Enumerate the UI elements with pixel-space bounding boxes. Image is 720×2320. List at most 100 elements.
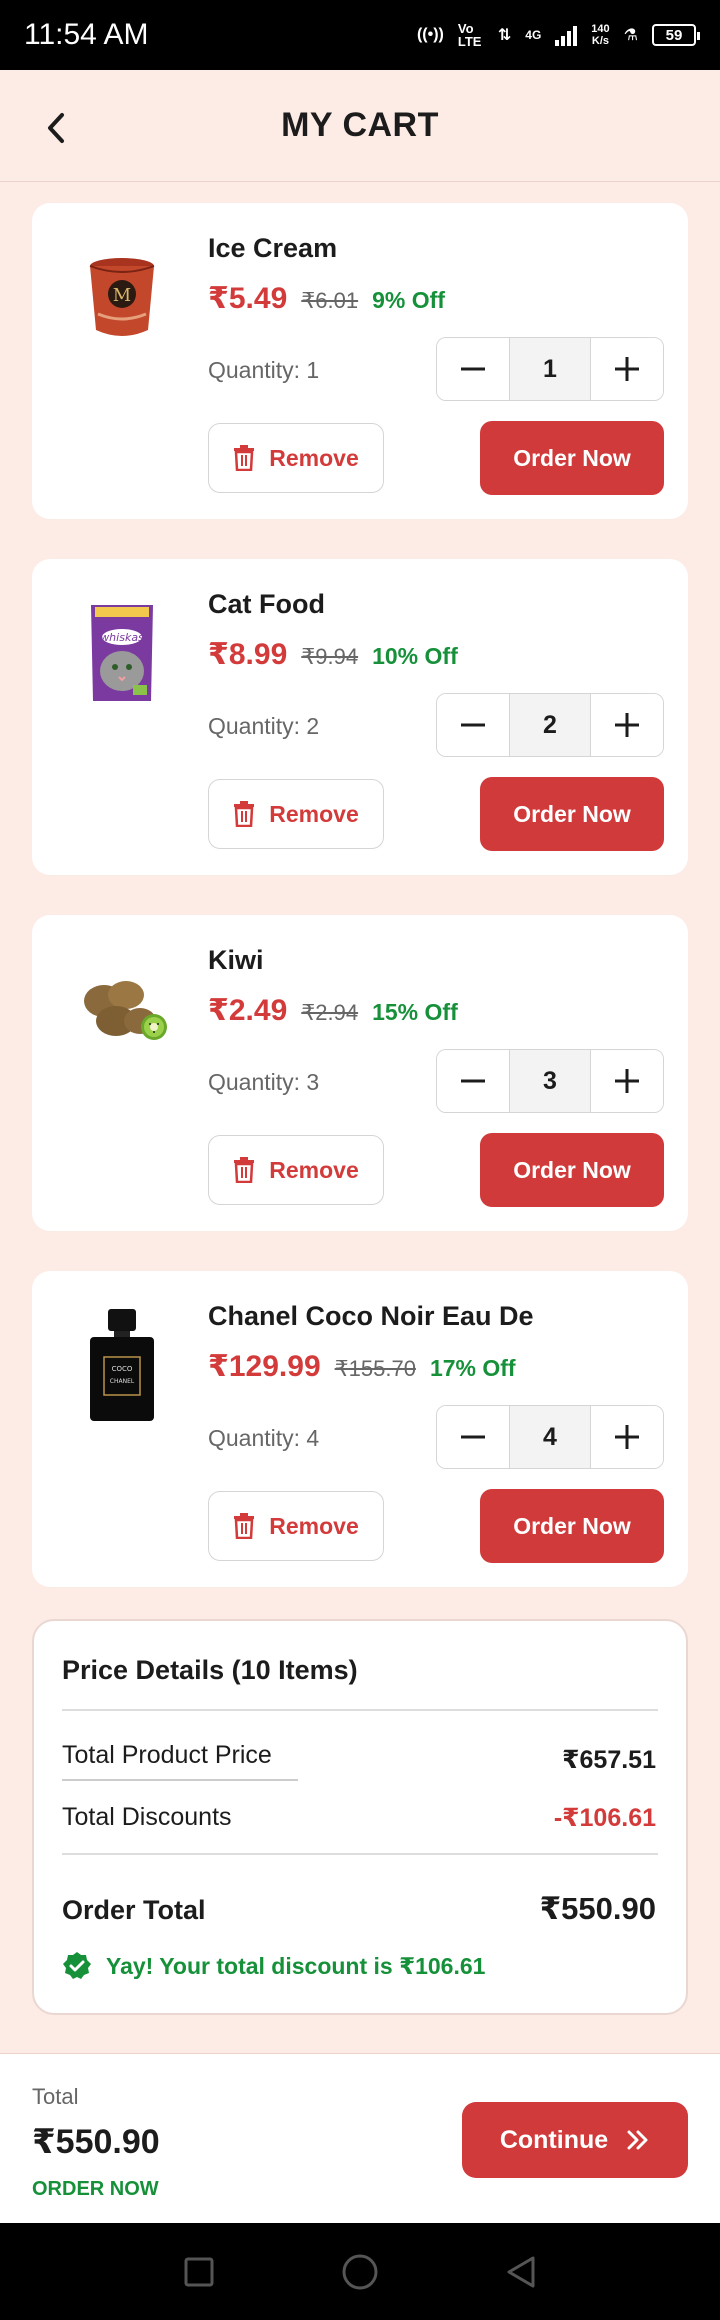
decrease-quantity-button[interactable]	[437, 694, 509, 756]
remove-label: Remove	[269, 800, 359, 827]
network-type: 4G	[525, 28, 542, 42]
remove-label: Remove	[269, 1156, 359, 1183]
total-discounts-label: Total Discounts	[62, 1803, 232, 1831]
remove-label: Remove	[269, 1512, 359, 1539]
remove-button[interactable]: Remove	[208, 1135, 384, 1205]
battery-level: 59	[665, 26, 683, 44]
increase-quantity-button[interactable]	[591, 1050, 663, 1112]
cat-food-pouch-image: whiskas	[68, 589, 176, 717]
svg-text:whiskas: whiskas	[100, 631, 144, 644]
item-mrp: ₹155.70	[334, 1356, 416, 1381]
item-name: Cat Food	[208, 589, 325, 619]
item-mrp: ₹9.94	[301, 644, 359, 669]
minus-icon	[461, 1435, 485, 1439]
back-button[interactable]	[34, 106, 78, 150]
net-speed-value: 140	[591, 23, 610, 35]
quantity-label: Quantity: 2	[208, 713, 320, 739]
quantity-value: 4	[509, 1406, 591, 1468]
net-speed-unit: K/s	[591, 35, 610, 47]
battery-icon: 59	[652, 24, 700, 46]
perfume-bottle-image: COCO CHANEL	[68, 1301, 176, 1429]
verified-check-icon	[63, 1952, 91, 1979]
chevron-left-icon	[48, 113, 64, 143]
plus-icon	[615, 357, 639, 381]
order-now-link[interactable]: ORDER NOW	[32, 2178, 159, 2201]
plus-icon	[615, 1425, 639, 1449]
net-speed: 140 K/s	[591, 23, 609, 47]
increase-quantity-button[interactable]	[591, 338, 663, 400]
order-now-button[interactable]: Order Now	[480, 1489, 664, 1563]
order-total-value: ₹550.90	[539, 1891, 656, 1926]
item-discount: 9% Off	[372, 287, 445, 313]
decrease-quantity-button[interactable]	[437, 338, 509, 400]
quantity-stepper: 4	[436, 1405, 664, 1469]
remove-label: Remove	[269, 444, 359, 471]
quantity-label: Quantity: 4	[208, 1425, 320, 1451]
quantity-stepper: 2	[436, 693, 664, 757]
item-discount: 17% Off	[429, 1355, 516, 1381]
increase-quantity-button[interactable]	[591, 694, 663, 756]
status-icons: ((•)) Vo LTE ⇅ 4G 140 K/s ⚗ 59	[416, 21, 700, 49]
item-mrp: ₹6.01	[301, 288, 359, 313]
minus-icon	[461, 367, 485, 371]
continue-button[interactable]: Continue	[462, 2102, 688, 2178]
remove-button[interactable]: Remove	[208, 423, 384, 493]
item-name: Chanel Coco Noir Eau De	[208, 1301, 534, 1331]
plus-icon	[615, 1069, 639, 1093]
trash-icon	[234, 801, 255, 827]
quantity-stepper: 3	[436, 1049, 664, 1113]
divider	[62, 1709, 658, 1711]
order-now-button[interactable]: Order Now	[480, 421, 664, 495]
hotspot-icon: ((•))	[416, 26, 444, 43]
svg-text:M: M	[113, 285, 131, 306]
quantity-value: 3	[509, 1050, 591, 1112]
quantity-label: Quantity: 1	[208, 357, 320, 383]
total-product-value: ₹657.51	[562, 1746, 656, 1774]
back-nav-icon[interactable]	[505, 2255, 537, 2289]
kiwi-fruit-image	[68, 945, 176, 1073]
increase-quantity-button[interactable]	[591, 1406, 663, 1468]
remove-button[interactable]: Remove	[208, 779, 384, 849]
minus-icon	[461, 723, 485, 727]
divider	[62, 1779, 298, 1781]
signal-icon	[555, 24, 578, 46]
double-chevron-right-icon	[627, 2130, 648, 2150]
checkout-bar: Total ₹550.90 ORDER NOW Continue	[0, 2053, 720, 2223]
divider	[62, 1853, 658, 1855]
page-title: MY CART	[281, 106, 439, 144]
price-row: ₹2.49 ₹2.94 15% Off	[208, 993, 458, 1028]
cart-item-card: COCO CHANEL Chanel Coco Noir Eau De ₹129…	[32, 1271, 688, 1587]
order-now-button[interactable]: Order Now	[480, 1133, 664, 1207]
item-discount: 15% Off	[372, 999, 458, 1025]
item-mrp: ₹2.94	[301, 1000, 359, 1025]
trash-icon	[234, 1157, 255, 1183]
discount-note-text: Yay! Your total discount is ₹106.61	[106, 1952, 486, 1979]
item-name: Kiwi	[208, 945, 264, 975]
svg-text:CHANEL: CHANEL	[110, 1378, 135, 1385]
cart-item-card: Kiwi ₹2.49 ₹2.94 15% Off Quantity: 3 3 R…	[32, 915, 688, 1231]
item-price: ₹129.99	[208, 1350, 321, 1383]
item-discount: 10% Off	[372, 643, 458, 669]
decrease-quantity-button[interactable]	[437, 1050, 509, 1112]
svg-text:COCO: COCO	[112, 1365, 133, 1373]
volte-icon: Vo LTE	[457, 21, 482, 49]
total-amount: ₹550.90	[32, 2123, 160, 2161]
price-row: ₹8.99 ₹9.94 10% Off	[208, 637, 458, 672]
recent-apps-icon[interactable]	[183, 2256, 215, 2288]
trash-icon	[234, 1513, 255, 1539]
home-icon[interactable]	[341, 2253, 379, 2291]
order-now-button[interactable]: Order Now	[480, 777, 664, 851]
trash-icon	[234, 445, 255, 471]
cart-item-card: M Ice Cream ₹5.49 ₹6.01 9% Off Quantity:…	[32, 203, 688, 519]
minus-icon	[461, 1079, 485, 1083]
quantity-stepper: 1	[436, 337, 664, 401]
decrease-quantity-button[interactable]	[437, 1406, 509, 1468]
quantity-label: Quantity: 3	[208, 1069, 320, 1095]
ice-cream-tub-image: M	[68, 233, 176, 361]
status-time: 11:54 AM	[24, 18, 149, 51]
total-product-label: Total Product Price	[62, 1741, 272, 1769]
discount-note: Yay! Your total discount is ₹106.61	[62, 1951, 485, 1981]
remove-button[interactable]: Remove	[208, 1491, 384, 1561]
app-header: MY CART	[0, 70, 720, 182]
status-bar: 11:54 AM ((•)) Vo LTE ⇅ 4G 140 K/s ⚗ 59	[0, 0, 720, 70]
